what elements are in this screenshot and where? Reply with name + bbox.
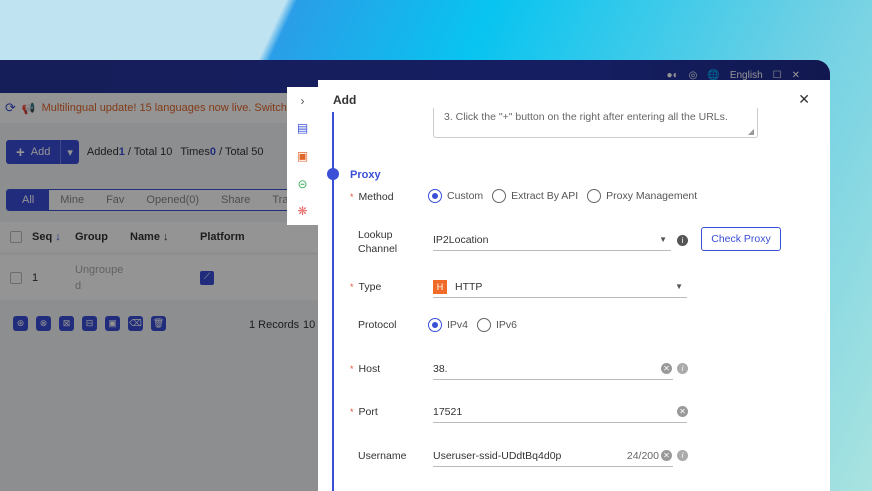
username-label: Username [358, 450, 407, 462]
lookup-label: Lookup Channel [358, 229, 398, 255]
textarea-hint: 3. Click the "+" button on the right aft… [444, 111, 728, 123]
username-counter: 24/200 [626, 449, 659, 462]
port-input[interactable]: 17521 [433, 401, 687, 423]
side-panel: › ▤ ▣ ⊝ ❋ [287, 87, 318, 225]
method-management-radio[interactable]: Proxy Management [587, 189, 697, 203]
host-info-icon[interactable]: i [677, 363, 688, 374]
clear-port-icon[interactable]: ✕ [677, 406, 688, 417]
collapse-chevron-icon[interactable]: › [301, 87, 305, 115]
monitor-icon[interactable]: ▤ [297, 115, 308, 143]
drawer-title: Add [333, 93, 357, 107]
host-input[interactable]: 38. [433, 358, 673, 380]
lookup-select[interactable]: IP2Location ▼ [433, 229, 671, 251]
protocol-label: Protocol [358, 319, 397, 331]
port-label: Port [350, 406, 378, 418]
type-select[interactable]: H HTTP ▼ [433, 276, 687, 298]
ipv4-radio[interactable]: IPv4 [428, 318, 468, 332]
step-dot [327, 168, 339, 180]
username-info-icon[interactable]: i [677, 450, 688, 461]
urls-textarea[interactable]: 3. Click the "+" button on the right aft… [433, 108, 758, 138]
ip-icon[interactable]: ▣ [297, 142, 308, 170]
method-label: Method [350, 191, 394, 203]
http-badge: H [433, 279, 447, 294]
check-proxy-button[interactable]: Check Proxy [701, 227, 781, 251]
method-custom-radio[interactable]: Custom [428, 189, 483, 203]
ipv6-radio[interactable]: IPv6 [476, 318, 517, 332]
clear-username-icon[interactable]: ✕ [661, 450, 672, 461]
type-label: Type [350, 281, 382, 293]
clear-host-icon[interactable]: ✕ [661, 363, 672, 374]
info-icon[interactable]: i [677, 235, 688, 246]
resize-handle-icon[interactable]: ◢ [748, 127, 754, 136]
app-window: ●◐ ◎ 🌐 English ☐ ✕ ⟳ 📢 Multilingual upda… [0, 60, 830, 491]
username-input[interactable]: Useruser-ssid-UDdtBq4d0p 24/200 [433, 445, 673, 467]
method-api-radio[interactable]: Extract By API [492, 189, 578, 203]
close-icon[interactable]: ✕ [798, 91, 810, 108]
fingerprint-icon[interactable]: ❋ [297, 197, 307, 225]
section-proxy: Proxy [350, 169, 381, 181]
add-drawer: Add ✕ 3. Click the "+" button on the rig… [318, 80, 830, 491]
toggle-icon[interactable]: ⊝ [297, 170, 307, 198]
host-label: Host [350, 363, 381, 375]
